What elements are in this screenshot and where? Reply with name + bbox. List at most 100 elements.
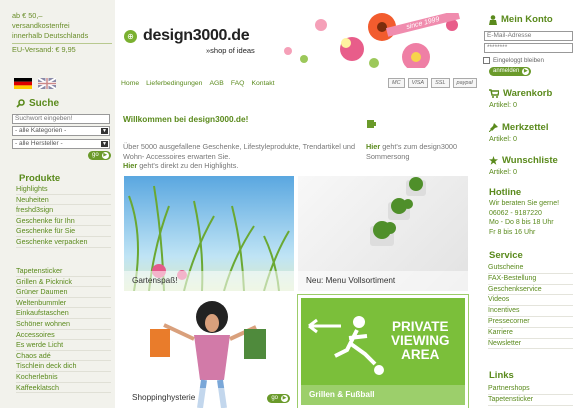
wishlist-heading[interactable]: Wunschliste <box>489 155 558 166</box>
hotline-info: Wir beraten Sie gerne! 06062 - 9187220 M… <box>489 199 559 237</box>
service-item[interactable]: Geschenkservice <box>488 285 573 296</box>
mastercard-icon: MC <box>388 78 405 88</box>
star-icon <box>489 156 498 165</box>
right-sidebar: Mein Konto E-Mail-Adresse ******** Einge… <box>479 0 573 408</box>
shipping-line: ab € 50,– <box>12 11 43 20</box>
product-nav-item[interactable]: Tapetensticker <box>16 266 111 277</box>
service-item[interactable]: Newsletter <box>488 339 573 350</box>
login-label: anmelden <box>493 68 520 74</box>
shipping-line: versandkostenfrei <box>12 21 70 30</box>
search-go-button[interactable]: go ▶ <box>88 151 111 160</box>
hotline-line: Wir beraten Sie gerne! <box>489 200 560 207</box>
product-nav-item[interactable]: Geschenke für Ihn <box>16 216 111 227</box>
welcome-text: Über 5000 ausgefallene Geschenke, Lifest… <box>123 142 363 171</box>
visa-icon: VISA <box>407 78 429 88</box>
product-nav-item[interactable]: Grillen & Picknick <box>16 277 111 288</box>
product-nav-item[interactable]: Es werde Licht <box>16 340 111 351</box>
cart-icon <box>489 89 499 98</box>
sign-line: PRIVATE <box>392 319 449 334</box>
nav-faq[interactable]: FAQ <box>231 80 245 87</box>
highlights-link[interactable]: Hier <box>123 161 137 170</box>
top-navigation: Home Lieferbedingungen AGB FAQ Kontakt <box>121 80 275 87</box>
links-item[interactable]: Partnershops <box>488 384 573 395</box>
menu-tile[interactable]: Neu: Menu Vollsortiment <box>298 176 468 291</box>
speaker-icon[interactable] <box>366 118 378 130</box>
ssl-icon: SSL <box>431 78 450 88</box>
football-caption: Grillen & Fußball <box>301 385 465 405</box>
password-field[interactable]: ******** <box>484 43 573 53</box>
cart-heading[interactable]: Warenkorb <box>489 88 552 99</box>
product-nav-item[interactable]: Highlights <box>16 184 111 195</box>
product-nav-item[interactable]: Kaffeeklatsch <box>16 383 111 394</box>
remember-me[interactable]: Eingeloggt bleiben <box>483 57 544 64</box>
sign-line: AREA <box>401 347 440 362</box>
search-input[interactable]: Suchwort eingeben! <box>12 114 110 124</box>
product-nav-group2: Tapetensticker Grillen & Picknick Grüner… <box>16 266 111 394</box>
product-nav-item[interactable]: Einkaufstaschen <box>16 308 111 319</box>
product-nav-item[interactable]: Geschenke verpacken <box>16 237 111 248</box>
logo[interactable]: ⊕ design3000.de <box>124 27 250 45</box>
product-nav-item[interactable]: Chaos adé <box>16 351 111 362</box>
cart-count: Artikel: 0 <box>489 100 517 109</box>
nav-terms[interactable]: AGB <box>209 80 223 87</box>
garden-tile[interactable]: Gartenspaß! <box>124 176 294 291</box>
service-heading: Service <box>489 250 523 261</box>
product-nav-item[interactable]: Accessoires <box>16 330 111 341</box>
service-item[interactable]: Incentives <box>488 306 573 317</box>
service-item[interactable]: Pressecorner <box>488 317 573 328</box>
paypal-icon: paypal <box>452 78 477 88</box>
divider <box>12 43 112 44</box>
service-item[interactable]: FAX-Bestellung <box>488 274 573 285</box>
german-flag-icon[interactable] <box>14 78 32 89</box>
garden-caption: Gartenspaß! <box>124 271 294 291</box>
summer-song-link[interactable]: Hier <box>366 142 380 151</box>
product-nav-item[interactable]: Grüner Daumen <box>16 287 111 298</box>
shopping-go-button[interactable]: go ▶ <box>267 394 290 403</box>
service-item[interactable]: Videos <box>488 295 573 307</box>
page: ab € 50,– versandkostenfrei innerhalb De… <box>0 0 573 408</box>
watchlist-heading[interactable]: Merkzettel <box>489 122 548 133</box>
nav-delivery[interactable]: Lieferbedingungen <box>146 80 202 87</box>
go-label: go <box>271 395 278 401</box>
vendor-select[interactable]: - alle Hersteller - ▼ <box>12 139 110 149</box>
wishlist-count: Artikel: 0 <box>489 167 517 176</box>
product-nav-item[interactable]: Neuheiten <box>16 195 111 206</box>
product-nav-item[interactable]: Kocherlebnis <box>16 372 111 383</box>
checkbox[interactable] <box>483 57 490 64</box>
service-item[interactable]: Gutscheine <box>488 263 573 274</box>
watchlist-title: Merkzettel <box>502 122 549 133</box>
summer-song-text: Hier geht's zum design3000 Sommersong <box>366 142 476 161</box>
links-item[interactable]: Tapetensticker <box>488 395 573 406</box>
menu-caption: Neu: Menu Vollsortiment <box>298 271 468 291</box>
shopping-tile[interactable]: Shoppinghysterie go ▶ <box>124 295 294 408</box>
arrow-right-icon: ▶ <box>522 68 530 75</box>
header-banner[interactable]: ⊕ design3000.de »shop of ideas since 199… <box>116 13 468 68</box>
nav-home[interactable]: Home <box>121 80 139 87</box>
service-list: Gutscheine FAX-Bestellung Geschenkservic… <box>488 263 573 350</box>
language-flags <box>14 78 56 89</box>
hotline-phone: 06062 - 9187220 <box>489 209 542 217</box>
product-nav-item[interactable]: Schöner wohnen <box>16 319 111 330</box>
person-icon <box>489 14 497 25</box>
vendor-select-value: - alle Hersteller - <box>15 140 63 147</box>
category-select[interactable]: - alle Kategorien - ▼ <box>12 126 110 136</box>
login-button[interactable]: anmelden ▶ <box>489 67 532 76</box>
search-heading: Suche <box>16 98 59 109</box>
public-viewing-tile[interactable]: PRIVATE VIEWING AREA Grillen & Fußball <box>297 294 469 408</box>
service-item[interactable]: Karriere <box>488 328 573 339</box>
product-nav-item[interactable]: Tischlein deck dich <box>16 361 111 372</box>
eu-shipping: EU-Versand: € 9,95 <box>12 45 76 54</box>
chevron-down-icon: ▼ <box>101 141 108 147</box>
highlights-text: geht's direkt zu den Highlights. <box>137 161 239 170</box>
product-nav-item[interactable]: Geschenke für Sie <box>16 226 111 237</box>
product-nav-item[interactable]: Weltenbummler <box>16 298 111 309</box>
remember-label: Eingeloggt bleiben <box>493 57 544 64</box>
links-list: Partnershops Tapetensticker <box>488 384 573 406</box>
payment-methods: MC VISA SSL paypal <box>388 78 477 88</box>
go-label: go <box>92 152 99 158</box>
email-field[interactable]: E-Mail-Adresse <box>484 31 573 41</box>
hotline-heading: Hotline <box>489 187 522 198</box>
product-nav-item[interactable]: freshd3sign <box>16 205 111 216</box>
nav-contact[interactable]: Kontakt <box>251 80 274 87</box>
uk-flag-icon[interactable] <box>38 78 56 89</box>
